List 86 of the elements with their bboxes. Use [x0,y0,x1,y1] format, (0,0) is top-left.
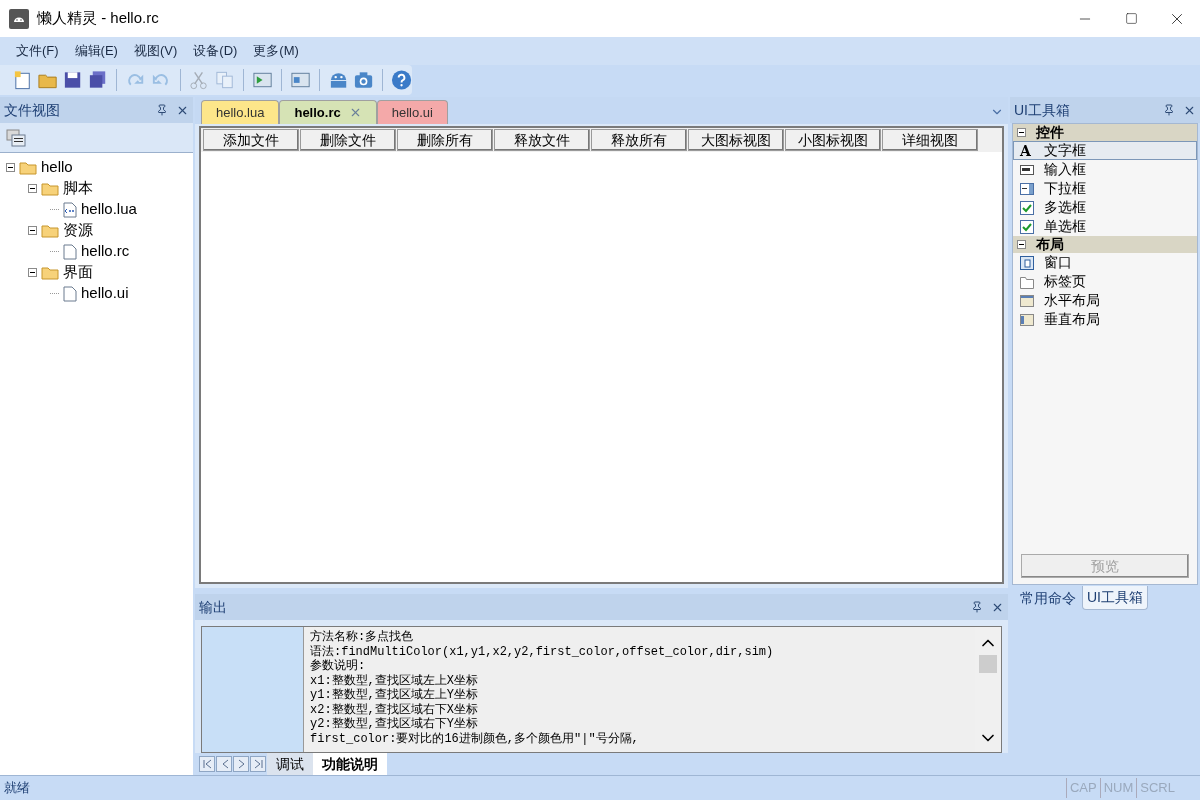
output-line: 语法:findMultiColor(x1,y1,x2,y2,first_color,offset_color,dir,sim) [310,644,775,659]
resource-button[interactable]: 大图标视图 [688,129,784,151]
toolbox-tab[interactable]: UI工具箱 [1082,586,1148,610]
horizontal-layout-icon [1020,293,1034,308]
resource-button[interactable]: 删除所有 [397,129,493,151]
folder-icon [41,265,59,280]
window-icon [1020,255,1034,270]
pin-icon[interactable] [1163,104,1175,116]
folder-icon [41,181,59,196]
dropdown-list-icon [1020,181,1034,196]
collapse-toggle[interactable] [28,268,37,277]
window-title: 懒人精灵 - hello.rc [37,8,160,29]
tab-navigation-icon[interactable] [199,756,267,772]
tree-item-label[interactable]: hello [41,156,73,179]
resource-button[interactable]: 删除文件 [300,129,396,151]
resource-button[interactable]: 添加文件 [203,129,299,151]
pin-icon[interactable] [971,601,983,613]
resource-button[interactable]: 释放文件 [494,129,590,151]
folder-icon [19,160,37,175]
letter-a-icon: A [1020,143,1034,158]
status-indicator: SCRL [1136,778,1178,798]
menu-item[interactable]: 编辑(E) [74,41,118,61]
document-tab[interactable]: hello.ui [376,100,448,124]
toolbox-tab[interactable]: 常用命令 [1016,586,1080,610]
output-line: y1:整数型,查找区域左上Y坐标 [310,688,479,703]
output-tab[interactable]: 调试 [267,753,313,775]
collapse-toggle[interactable] [28,184,37,193]
folder-icon [41,223,59,238]
pin-icon[interactable] [156,104,168,116]
toolbox-item[interactable]: 标签页 [1013,272,1197,291]
tree-item-label[interactable]: 界面 [63,261,93,284]
collapse-toggle[interactable] [28,226,37,235]
menu-item[interactable]: 更多(M) [253,41,299,61]
tree-item-label[interactable]: hello.lua [81,198,137,221]
menu-item[interactable]: 视图(V) [133,41,178,61]
collapse-toggle[interactable] [1017,128,1026,137]
checkbox-icon [1020,219,1034,234]
scroll-thumb[interactable] [979,655,997,673]
folder-tab-icon [1020,274,1034,289]
menu-item[interactable]: 设备(D) [193,41,238,61]
tree-item-label[interactable]: 资源 [63,219,93,242]
toolbox-item[interactable]: 单选框 [1013,217,1197,236]
code-file-icon [63,201,77,218]
pane-title: 文件视图 [4,100,61,120]
file-icon [63,285,77,302]
status-indicator: CAP [1065,778,1100,798]
help-icon[interactable] [390,69,412,91]
toolbox-item[interactable]: 多选框 [1013,198,1197,217]
vertical-layout-icon [1020,312,1034,327]
toolbox-item[interactable]: 输入框 [1013,160,1197,179]
menu-item[interactable]: 文件(F) [16,41,59,61]
collapse-toggle[interactable] [1017,240,1026,249]
output-line: x1:整数型,查找区域左上X坐标 [310,673,479,688]
pane-title: 输出 [199,597,228,617]
collapse-toggle[interactable] [6,163,15,172]
maximize-icon[interactable] [1124,12,1138,25]
toolbox-item[interactable]: A 文字框 [1013,141,1197,160]
output-line: 方法名称:多点找色 [310,630,415,645]
output-line: x2:整数型,查找区域右下X坐标 [310,702,479,717]
toolbox-item[interactable]: 下拉框 [1013,179,1197,198]
camera-icon[interactable] [352,69,374,91]
output-line: 参数说明: [310,659,367,674]
tree-item-label[interactable]: hello.ui [81,282,129,305]
text-input-icon [1020,162,1034,177]
checkbox-icon [1020,200,1034,215]
tree-item-label[interactable]: 脚本 [63,177,93,200]
resource-button[interactable]: 释放所有 [591,129,687,151]
properties-icon[interactable] [6,128,26,147]
toolbox-item[interactable]: 垂直布局 [1013,310,1197,329]
pane-title: UI工具箱 [1014,100,1071,120]
document-tab[interactable]: hello.lua [201,100,280,124]
resource-button[interactable]: 小图标视图 [785,129,881,151]
group-header[interactable]: 布局 [1013,236,1197,253]
file-icon [63,243,77,260]
output-line: y2:整数型,查找区域右下Y坐标 [310,717,479,732]
toolbox-item[interactable]: 窗口 [1013,253,1197,272]
status-indicator: NUM [1099,778,1137,798]
scrollbar[interactable] [975,627,1001,752]
output-line: first_color:要对比的16进制颜色,多个颜色用"|"号分隔, [310,731,640,746]
status-text: 就绪 [4,779,31,798]
group-header[interactable]: 控件 [1013,124,1197,141]
document-tab[interactable]: hello.rc [279,100,377,124]
resource-button[interactable]: 详细视图 [882,129,978,151]
toolbox-item[interactable]: 水平布局 [1013,291,1197,310]
tree-item-label[interactable]: hello.rc [81,240,130,263]
output-tab[interactable]: 功能说明 [313,753,387,775]
